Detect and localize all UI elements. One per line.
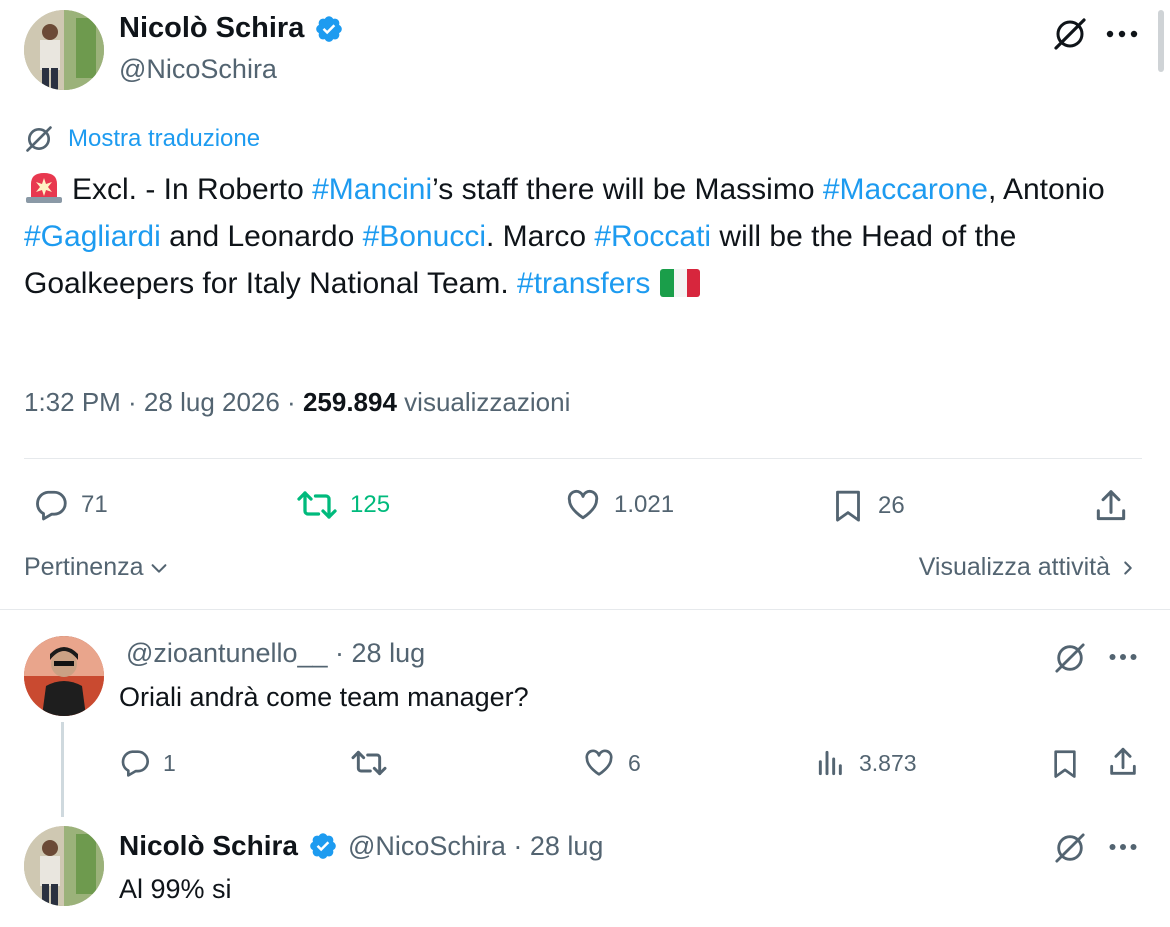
reply-avatar[interactable] — [24, 636, 104, 716]
translate-grok-icon — [26, 126, 52, 152]
hashtag-link[interactable]: #transfers — [517, 267, 650, 300]
reply-button[interactable]: 71 — [33, 487, 108, 523]
tweet-meta: 1:32 PM · 28 lug 2026 · 259.894 visualiz… — [24, 387, 570, 418]
chevron-right-icon — [1124, 560, 1132, 575]
translate-link[interactable]: Mostra traduzione — [24, 124, 260, 154]
bookmark-icon — [1054, 750, 1076, 778]
tweet-detail-page: Nicolò Schira @NicoSchira Mostra traduzi… — [0, 0, 1170, 927]
scrollbar[interactable] — [1158, 10, 1164, 72]
bookmark-count: 26 — [878, 492, 905, 519]
reply-icon — [36, 490, 67, 521]
tweet-text: Excl. - In Roberto #Mancini’s staff ther… — [24, 166, 1134, 307]
avatar-photo — [24, 826, 104, 906]
avatar-photo — [24, 10, 104, 90]
sort-dropdown[interactable]: Pertinenza — [24, 553, 170, 582]
reply-text: Oriali andrà come team manager? — [119, 682, 529, 712]
tweet-text-segment: . Marco — [486, 220, 595, 253]
tweet-text-segment: ’s staff there will be Massimo — [432, 173, 823, 206]
reply-2-more-icon[interactable] — [1106, 830, 1140, 864]
retweet-button[interactable]: 125 — [296, 487, 390, 523]
section-divider — [0, 609, 1170, 610]
view-activity-link[interactable]: Visualizza attività — [919, 553, 1136, 582]
avatar[interactable] — [24, 10, 104, 90]
like-icon — [567, 489, 599, 520]
reply-count: 71 — [81, 491, 108, 518]
reply-retweet-button[interactable] — [350, 747, 388, 779]
tweet-text-content: Excl. - In Roberto #Mancini’s staff ther… — [24, 173, 1105, 300]
translate-label: Mostra traduzione — [68, 125, 261, 152]
reply-more-icon[interactable] — [1106, 640, 1140, 674]
retweet-icon — [297, 491, 337, 519]
author-name[interactable]: Nicolò Schira — [119, 12, 304, 45]
reply-2-text: Al 99% si — [119, 874, 232, 904]
reply-icon — [121, 750, 149, 777]
bookmark-icon — [836, 490, 860, 522]
author-name-row: Nicolò Schira — [119, 12, 344, 45]
hashtag-link[interactable]: #Maccarone — [823, 173, 988, 206]
share-icon — [1110, 747, 1136, 775]
views-icon — [818, 750, 842, 776]
tweet-text-segment: Excl. - In Roberto — [72, 173, 313, 206]
reply-views-button[interactable]: 3.873 — [815, 747, 917, 779]
reply-grok-icon[interactable] — [1052, 640, 1088, 676]
bookmark-button[interactable]: 26 — [830, 487, 905, 525]
chevron-down-icon — [151, 563, 166, 573]
retweet-icon — [351, 750, 387, 776]
italy-flag-icon — [660, 269, 701, 297]
more-icon[interactable] — [1104, 16, 1140, 52]
reply-views-count: 3.873 — [859, 749, 917, 776]
verified-badge-icon — [310, 833, 336, 859]
reply-2-author-name[interactable]: Nicolò Schira — [119, 830, 298, 862]
like-icon — [585, 749, 613, 776]
reply-share-button[interactable] — [1106, 745, 1140, 779]
reply-bookmark-button[interactable] — [1049, 747, 1081, 781]
reply-2-author-row: Nicolò Schira @NicoSchira · 28 lug — [119, 830, 603, 862]
sort-label: Pertinenza — [24, 553, 144, 581]
reply-2-handle[interactable]: @NicoSchira · 28 lug — [348, 831, 604, 862]
reply-2-grok-icon[interactable] — [1052, 830, 1088, 866]
reply-handle[interactable]: @zioantunello__ · 28 lug — [126, 638, 425, 669]
reply-2-avatar[interactable] — [24, 826, 104, 906]
reply-reply-count: 1 — [163, 749, 176, 776]
verified-badge-icon — [316, 15, 343, 42]
reply-avatar-photo — [24, 636, 104, 716]
hashtag-link[interactable]: #Gagliardi — [24, 220, 161, 253]
grok-icon[interactable] — [1052, 16, 1088, 52]
hashtag-link[interactable]: #Mancini — [312, 173, 432, 206]
share-icon — [1096, 490, 1126, 521]
activity-label: Visualizza attività — [918, 553, 1110, 581]
tweet-text-segment: , Antonio — [987, 173, 1105, 206]
like-button[interactable]: 1.021 — [564, 487, 674, 523]
like-count: 1.021 — [614, 491, 675, 518]
thread-connector-line — [61, 722, 64, 817]
retweet-count: 125 — [350, 491, 391, 518]
author-handle[interactable]: @NicoSchira — [119, 54, 277, 85]
reply-like-count: 6 — [628, 749, 641, 776]
share-button[interactable] — [1092, 487, 1130, 525]
siren-emoji-icon — [26, 173, 62, 203]
divider — [24, 458, 1142, 459]
reply-like-button[interactable]: 6 — [582, 747, 641, 779]
tweet-text-segment: and Leonardo — [160, 220, 363, 253]
views-count: 259.894 — [302, 387, 397, 417]
hashtag-link[interactable]: #Roccati — [594, 220, 711, 253]
hashtag-link[interactable]: #Bonucci — [363, 220, 486, 253]
tweet-timestamp[interactable]: 1:32 PM · 28 lug 2026 · — [24, 387, 303, 417]
views-label: visualizzazioni — [396, 387, 571, 417]
reply-reply-button[interactable]: 1 — [119, 747, 176, 779]
